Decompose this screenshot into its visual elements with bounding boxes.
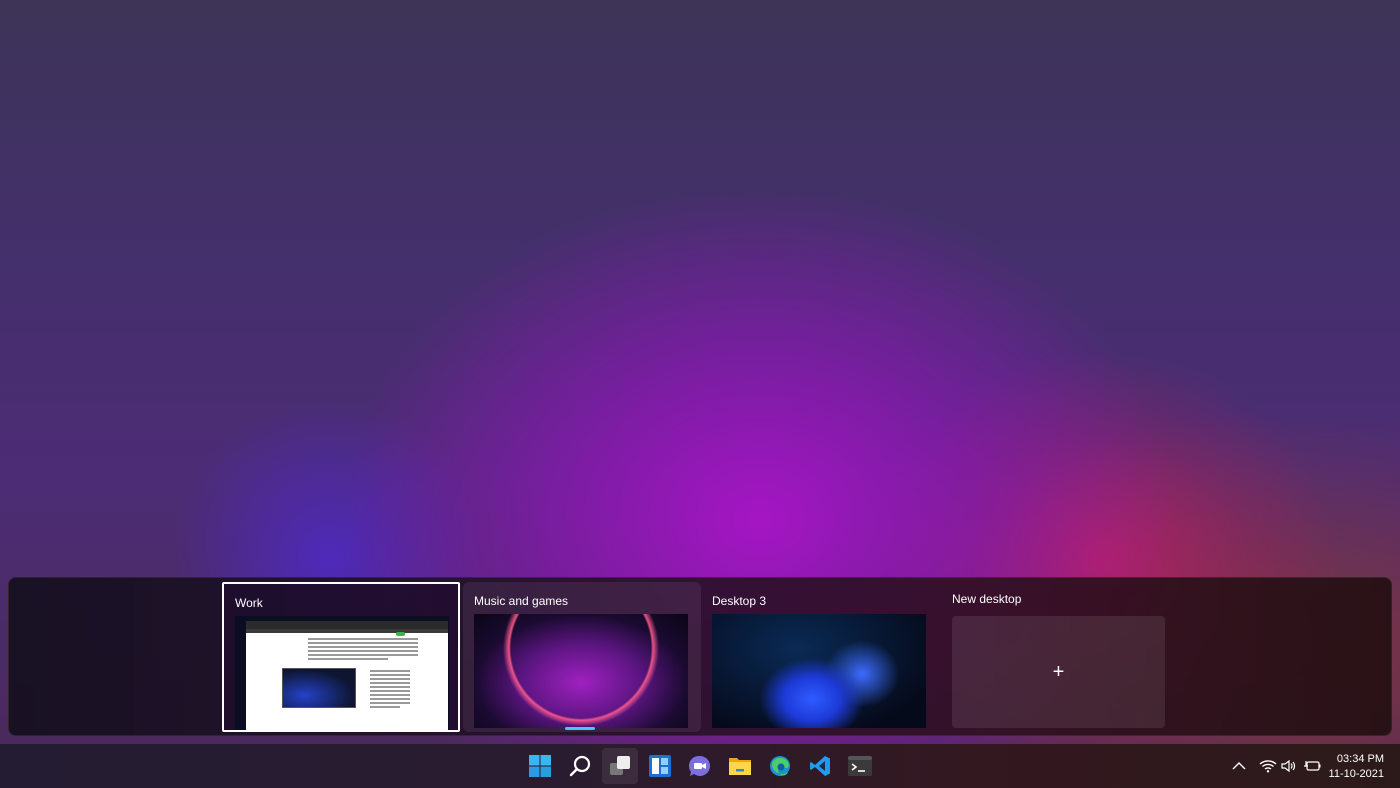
virtual-desktop-switcher: Work Music and games Desktop 3 New deskt… — [8, 577, 1392, 736]
task-view-icon — [610, 756, 630, 775]
teams-chat-icon — [688, 755, 710, 776]
widgets-button[interactable] — [642, 748, 678, 784]
article-image-preview — [282, 668, 356, 708]
battery-charging-icon — [1304, 761, 1321, 771]
desktop-label[interactable]: Desktop 3 — [712, 594, 766, 608]
folder-icon — [729, 758, 751, 775]
hover-indicator — [565, 727, 595, 730]
chat-button[interactable] — [682, 748, 718, 784]
search-icon — [569, 755, 591, 777]
browser-window-preview — [246, 621, 448, 730]
edge-icon — [770, 756, 790, 776]
clock[interactable]: 03:34 PM 11-10-2021 — [1329, 752, 1384, 782]
desktop-thumbnail[interactable] — [474, 614, 688, 728]
vscode-button[interactable] — [802, 748, 838, 784]
edge-button[interactable] — [762, 748, 798, 784]
wifi-icon — [1259, 760, 1277, 773]
desktop-item-work[interactable]: Work — [222, 582, 460, 732]
follow-badge — [396, 632, 405, 636]
task-view-button[interactable] — [602, 748, 638, 784]
new-desktop-label: New desktop — [952, 592, 1022, 606]
clock-time: 03:34 PM — [1336, 753, 1384, 765]
search-button[interactable] — [562, 748, 598, 784]
terminal-icon — [848, 756, 872, 776]
plus-icon: + — [1052, 661, 1065, 683]
windows-logo-icon — [529, 755, 551, 777]
new-desktop-tile[interactable]: + — [952, 616, 1165, 728]
desktop-label[interactable]: Music and games — [474, 594, 568, 608]
desktop-thumbnail[interactable] — [235, 616, 449, 730]
desktop-label[interactable]: Work — [235, 596, 263, 610]
desktop-item-desktop-3[interactable]: Desktop 3 — [701, 582, 939, 732]
new-desktop-button[interactable]: New desktop + — [941, 582, 1179, 732]
show-hidden-icons-button[interactable] — [1232, 744, 1246, 788]
volume-button[interactable] — [1281, 744, 1297, 788]
start-button[interactable] — [522, 748, 558, 784]
widgets-icon — [649, 755, 671, 777]
file-explorer-button[interactable] — [722, 748, 758, 784]
network-button[interactable] — [1259, 744, 1277, 788]
chevron-up-icon — [1232, 762, 1246, 770]
vscode-icon — [810, 756, 830, 776]
volume-icon — [1281, 759, 1296, 773]
desktop-item-music-and-games[interactable]: Music and games — [463, 582, 701, 732]
taskbar: 03:34 PM 11-10-2021 — [0, 744, 1400, 788]
desktop-thumbnail[interactable] — [712, 614, 926, 728]
battery-button[interactable] — [1303, 744, 1321, 788]
terminal-button[interactable] — [842, 748, 878, 784]
clock-date: 11-10-2021 — [1328, 768, 1384, 780]
